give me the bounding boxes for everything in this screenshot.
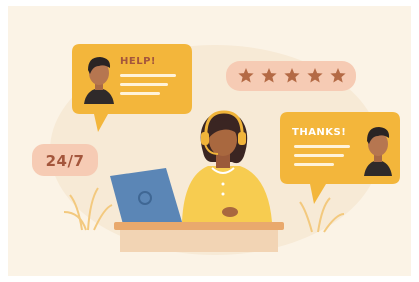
help-line <box>120 92 160 95</box>
thanks-line <box>294 163 334 166</box>
help-text: HELP! <box>120 56 156 67</box>
desk <box>114 222 284 252</box>
star-rating <box>226 61 356 91</box>
customer-support-illustration: HELP! 24/7 THANKS! <box>0 0 419 282</box>
thanks-line <box>294 154 344 157</box>
help-line <box>120 74 176 77</box>
thanks-text: THANKS! <box>292 127 346 138</box>
illustration-artwork: HELP! 24/7 THANKS! <box>32 44 400 255</box>
help-line <box>120 83 168 86</box>
thanks-line <box>294 145 350 148</box>
availability-badge: 24/7 <box>32 144 98 176</box>
availability-text: 24/7 <box>46 152 85 170</box>
